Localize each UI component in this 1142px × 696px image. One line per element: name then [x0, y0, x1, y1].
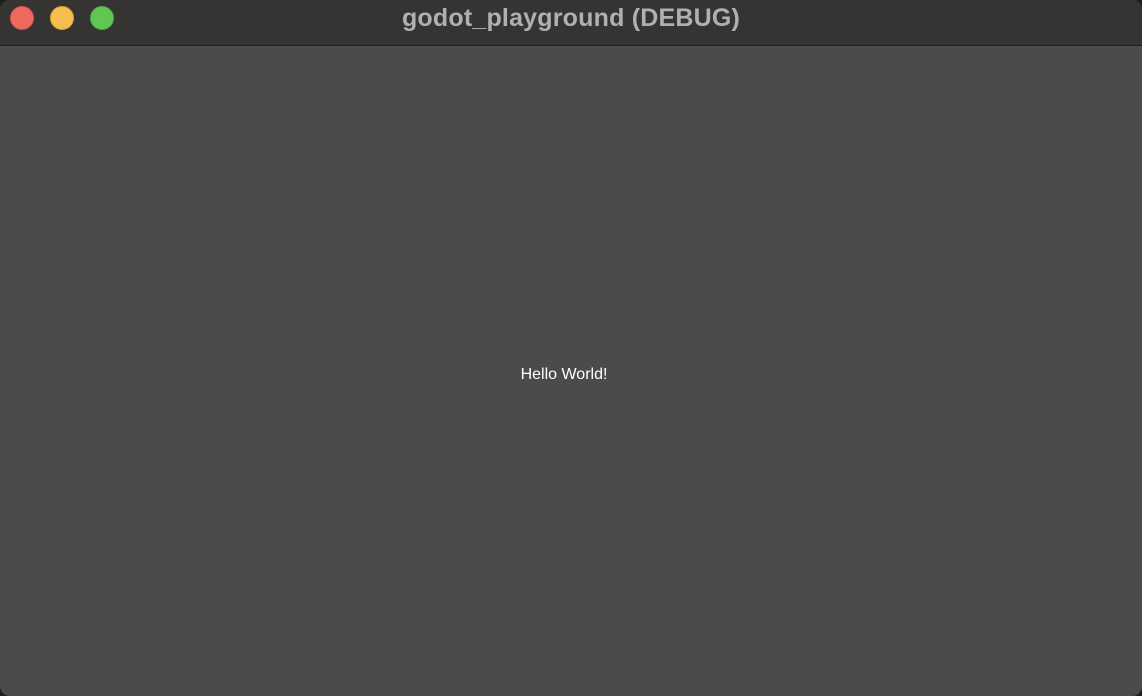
window-title: godot_playground (DEBUG) — [401, 4, 741, 32]
game-viewport[interactable]: Hello World! — [0, 47, 1142, 696]
title-bar[interactable]: godot_playground (DEBUG) — [0, 0, 1142, 46]
hello-label: Hello World! — [520, 366, 608, 383]
app-window: godot_playground (DEBUG) Hello World! — [0, 0, 1142, 696]
